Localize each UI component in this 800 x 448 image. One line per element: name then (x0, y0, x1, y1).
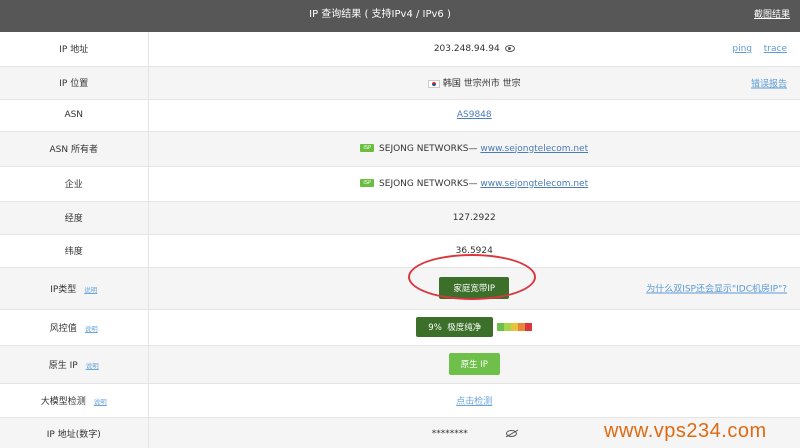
risk-score-label: 风控值 (49, 323, 77, 334)
label-asn-owner: ASN 所有者 (0, 131, 149, 166)
risk-bar-segment (497, 323, 505, 331)
row-ip-type: IP类型 说明 家庭宽带IP 为什么双ISP还会显示"IDC机房IP"? (0, 267, 800, 309)
ip-type-help-link[interactable]: 说明 (84, 286, 97, 294)
risk-score-badge: 9% 极度纯净 (416, 317, 494, 337)
risk-score-meter: 9% 极度纯净 (416, 317, 533, 337)
row-ip-address: IP 地址 203.248.94.94 ping trace (0, 32, 800, 66)
risk-bar-segment (504, 323, 512, 331)
trace-link[interactable]: trace (764, 44, 787, 54)
longitude-value: 127.2922 (148, 201, 800, 234)
asn-owner-name: SEJONG NETWORKS— (379, 143, 481, 154)
label-company: 企业 (0, 166, 149, 201)
results-header: IP 查询结果 ( 支持IPv4 / IPv6 ) 截图结果 (0, 0, 800, 32)
label-native-ip: 原生 IP 说明 (0, 345, 149, 383)
llm-help-link[interactable]: 说明 (94, 398, 107, 406)
risk-bar-segment (511, 323, 519, 331)
risk-help-link[interactable]: 说明 (85, 325, 98, 333)
row-asn: ASN AS9848 (0, 99, 800, 131)
isp-tag-icon: ISP (360, 179, 375, 187)
latitude-value: 36.5924 (455, 245, 493, 256)
label-ip-address: IP 地址 (0, 32, 149, 66)
label-ip-type: IP类型 说明 (0, 267, 149, 309)
ip-type-badge: 家庭宽带IP (439, 277, 510, 299)
label-risk-score: 风控值 说明 (0, 309, 149, 345)
row-risk-score: 风控值 说明 9% 极度纯净 (0, 309, 800, 345)
row-llm-detect: 大模型检测 说明 点击检测 (0, 383, 800, 417)
label-latitude: 纬度 (0, 234, 149, 267)
ip-results-table: IP 地址 203.248.94.94 ping trace IP 位置 韩国 … (0, 32, 800, 448)
click-detect-link[interactable]: 点击检测 (456, 397, 492, 407)
why-idc-link[interactable]: 为什么双ISP还会显示"IDC机房IP"? (646, 282, 787, 295)
row-asn-owner: ASN 所有者 ISP SEJONG NETWORKS— www.sejongte… (0, 131, 800, 166)
llm-detect-label: 大模型检测 (40, 396, 86, 407)
screenshot-result-link[interactable]: 截图结果 (754, 0, 790, 32)
native-help-link[interactable]: 说明 (86, 362, 99, 370)
asn-owner-site-link[interactable]: www.sejongtelecom.net (480, 144, 588, 154)
row-native-ip: 原生 IP 说明 原生 IP (0, 345, 800, 383)
row-latitude: 纬度 36.5924 (0, 234, 800, 267)
risk-color-bar (497, 323, 533, 331)
isp-tag-icon: ISP (360, 144, 375, 152)
label-ip-number: IP 地址(数字) (0, 417, 149, 448)
risk-level: 极度纯净 (447, 323, 482, 333)
ip-type-label: IP类型 (50, 284, 77, 295)
risk-bar-segment (525, 323, 533, 331)
row-longitude: 经度 127.2922 (0, 201, 800, 234)
ping-link[interactable]: ping (732, 44, 752, 54)
eye-icon[interactable] (504, 44, 515, 52)
page-title: IP 查询结果 ( 支持IPv4 / IPv6 ) (309, 9, 451, 20)
label-asn: ASN (0, 99, 149, 131)
error-report-link[interactable]: 错误报告 (751, 76, 787, 89)
korea-flag-icon (427, 79, 440, 88)
label-longitude: 经度 (0, 201, 149, 234)
risk-bar-segment (518, 323, 526, 331)
label-ip-location: IP 位置 (0, 66, 149, 99)
row-ip-location: IP 位置 韩国 世宗州市 世宗 错误报告 (0, 66, 800, 99)
company-name: SEJONG NETWORKS— (379, 178, 481, 189)
eye-off-icon[interactable] (505, 429, 517, 437)
company-site-link[interactable]: www.sejongtelecom.net (480, 179, 588, 189)
ip-number-value: ******** (431, 428, 468, 439)
risk-percent: 9% (428, 323, 442, 333)
native-ip-label: 原生 IP (48, 360, 78, 371)
label-llm-detect: 大模型检测 说明 (0, 383, 149, 417)
ip-address-value: 203.248.94.94 (433, 43, 500, 54)
ip-location-value: 韩国 世宗州市 世宗 (442, 79, 521, 89)
asn-link[interactable]: AS9848 (457, 110, 492, 120)
watermark: www.vps234.com (604, 420, 767, 442)
row-company: 企业 ISP SEJONG NETWORKS— www.sejongtelecom… (0, 166, 800, 201)
native-ip-badge: 原生 IP (448, 353, 500, 375)
